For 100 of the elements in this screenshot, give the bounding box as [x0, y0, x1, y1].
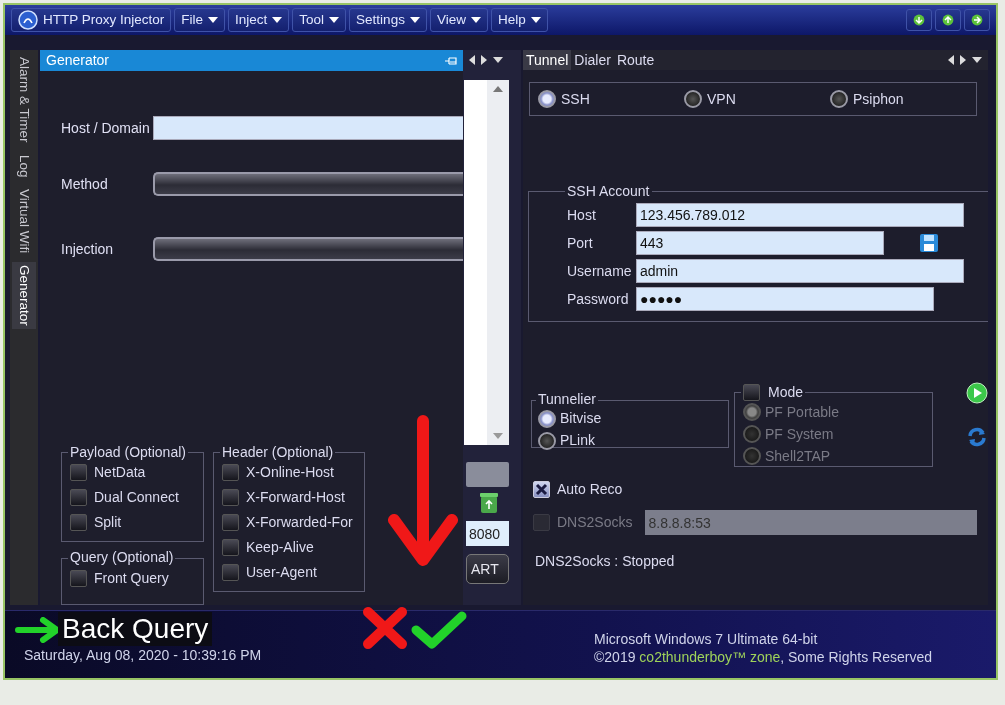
input-field[interactable]: 443 — [636, 231, 884, 256]
radio-button[interactable] — [538, 90, 556, 108]
menu-button[interactable]: Tool — [292, 8, 347, 32]
side-tab[interactable]: Generator — [11, 262, 37, 330]
field-label: Host / Domain — [61, 118, 151, 138]
radio-label: PF Portable — [765, 402, 839, 422]
save-icon[interactable] — [919, 233, 939, 254]
scroll-up-icon[interactable] — [493, 86, 503, 92]
app-title: HTTP Proxy Injector — [11, 8, 172, 32]
checkbox[interactable] — [222, 464, 239, 482]
checkbox-label: X-Forwarded-For — [246, 513, 353, 533]
panel-title: Generator — [46, 51, 110, 70]
checkbox-label: X-Forward-Host — [246, 488, 345, 508]
checkbox-label: Mode — [768, 385, 804, 401]
field-label: Port — [567, 233, 594, 253]
input-field[interactable] — [466, 462, 509, 487]
pin-icon[interactable] — [445, 56, 457, 65]
group-title: Header (Optional) — [221, 445, 335, 461]
checkbox[interactable] — [70, 514, 87, 532]
tab[interactable]: Route — [613, 50, 658, 70]
radio-button[interactable] — [684, 90, 702, 108]
caret-icon — [530, 17, 541, 23]
brand-link[interactable]: co2thunderboy™ zone — [639, 648, 781, 665]
radio-label: PLink — [560, 431, 596, 451]
radio-button[interactable] — [538, 431, 556, 450]
group-title: Payload (Optional) — [69, 445, 187, 461]
side-tab[interactable]: Log — [11, 151, 37, 181]
checkbox[interactable] — [70, 569, 87, 587]
field-label: Injection — [61, 239, 115, 259]
group-title: SSH Account — [566, 184, 651, 200]
menu-button[interactable]: Inject — [228, 8, 290, 32]
tab[interactable]: Tunnel — [523, 50, 572, 70]
input-field[interactable] — [153, 116, 463, 140]
menu-button[interactable]: Settings — [349, 8, 427, 32]
check-icon — [410, 610, 468, 650]
right-arrow-drawing — [15, 617, 61, 643]
window-button[interactable] — [964, 9, 990, 31]
field-label: Username — [567, 261, 633, 281]
logo-icon — [18, 10, 38, 30]
checkbox-label: DNS2Socks — [557, 513, 633, 533]
dropdown-icon[interactable] — [493, 57, 503, 63]
checkbox[interactable] — [70, 489, 87, 507]
scroll-right-icon[interactable] — [481, 55, 487, 65]
radio-label: Bitvise — [560, 409, 602, 429]
checkbox[interactable] — [222, 564, 239, 582]
dropdown-icon[interactable] — [972, 57, 982, 63]
checkbox-label: NetData — [94, 463, 146, 483]
caret-icon — [470, 17, 481, 23]
side-tab[interactable]: Alarm & Timer — [11, 54, 37, 146]
play-icon[interactable] — [966, 382, 988, 405]
start-button[interactable]: ART — [466, 554, 509, 584]
checkbox-label: Dual Connect — [94, 488, 179, 508]
input-field[interactable]: ●●●●● — [636, 287, 934, 312]
refresh-icon[interactable] — [966, 426, 988, 449]
radio-label: SSH — [561, 89, 590, 109]
os-text: Microsoft Windows 7 Ultimate 64-bit — [594, 631, 819, 649]
copyright-text: ©2019 co2thunderboy™ zone, Some Rights Reserved — [594, 648, 932, 666]
menu-button[interactable]: File — [174, 8, 226, 32]
callout-text: Back Query — [58, 612, 213, 646]
radio-button[interactable] — [538, 409, 556, 428]
radio-label: Psiphon — [853, 89, 904, 109]
checkbox-label: Front Query — [94, 568, 169, 588]
status-text: DNS2Socks : Stopped — [535, 552, 676, 572]
checkbox[interactable] — [222, 539, 239, 557]
dropdown[interactable] — [153, 172, 463, 196]
radio-label: Shell2TAP — [765, 446, 831, 466]
checkbox[interactable] — [70, 464, 87, 482]
checkbox-label: Split — [94, 513, 122, 533]
side-tab[interactable]: Virtual Wifi — [11, 186, 37, 257]
window-button[interactable] — [935, 9, 961, 31]
menu-button[interactable]: Help — [490, 8, 548, 32]
group-title: Query (Optional) — [69, 550, 175, 566]
checkbox-label: User-Agent — [246, 563, 317, 583]
input-field[interactable]: admin — [636, 259, 964, 284]
field-label: Password — [567, 289, 630, 309]
input-field[interactable]: 123.456.789.012 — [636, 203, 964, 228]
dropdown[interactable] — [153, 237, 463, 261]
field-label: Method — [61, 174, 109, 194]
checkbox[interactable] — [222, 489, 239, 507]
radio-label: VPN — [707, 89, 736, 109]
tab[interactable]: Dialer — [571, 50, 614, 70]
checkbox[interactable] — [222, 514, 239, 532]
date-time-text: Saturday, Aug 08, 2020 - 10:39:16 PM — [24, 646, 263, 665]
scroll-right-icon[interactable] — [960, 55, 966, 65]
menu-button[interactable]: View — [429, 8, 488, 32]
scroll-left-icon[interactable] — [469, 55, 475, 65]
caret-icon — [409, 17, 420, 23]
recycle-bin-icon[interactable] — [479, 492, 499, 514]
scrollbar[interactable] — [487, 80, 509, 445]
window-button[interactable] — [906, 9, 932, 31]
radio-button[interactable] — [830, 90, 848, 108]
scroll-left-icon[interactable] — [948, 55, 954, 65]
field-label: Host — [567, 205, 597, 225]
group-title: Tunnelier — [537, 392, 597, 408]
cross-icon — [362, 606, 408, 650]
port-field[interactable]: 8080 — [466, 521, 509, 546]
radio-label: PF System — [765, 424, 834, 444]
checkbox[interactable] — [743, 384, 760, 402]
caret-icon — [329, 17, 340, 23]
checkbox-label: Keep-Alive — [246, 538, 314, 558]
